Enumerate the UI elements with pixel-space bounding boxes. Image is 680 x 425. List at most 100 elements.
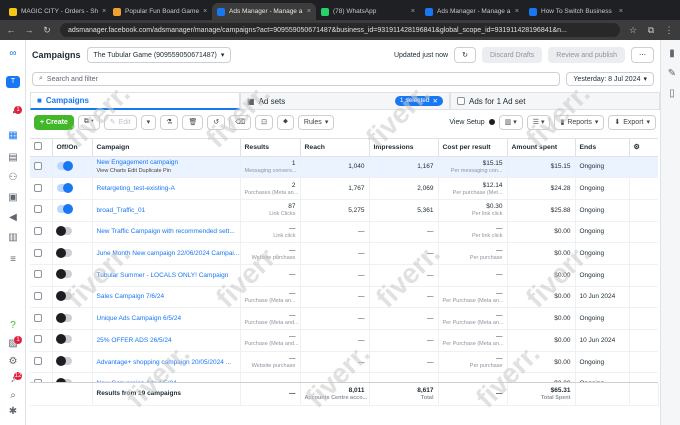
edit-button[interactable]: ✎ Edit	[103, 114, 137, 130]
billing-icon[interactable]: ▣	[6, 192, 20, 204]
col-reach[interactable]: Reach	[300, 139, 370, 157]
row-toggle-cell[interactable]	[52, 156, 93, 179]
toggle-switch[interactable]	[55, 356, 72, 367]
toggle-switch[interactable]	[56, 160, 73, 171]
row-toggle-cell[interactable]	[52, 199, 93, 222]
chart-icon[interactable]: ▮	[665, 48, 679, 60]
row-campaign-cell[interactable]: 25% OFFER ADS 26/5/24	[92, 329, 241, 352]
campaign-name-link[interactable]: New Engagement campaign	[97, 159, 179, 166]
row-checkbox[interactable]	[30, 351, 53, 374]
selected-pill[interactable]: 1 selected ✕	[394, 96, 443, 106]
breakdown-button[interactable]: ☰ ▾	[526, 114, 551, 130]
tab-ad-sets[interactable]: ▦ Ad sets 1 selected ✕	[240, 92, 450, 110]
reload-icon[interactable]: ↻	[42, 25, 52, 36]
review-publish-button[interactable]: Review and publish	[548, 47, 625, 63]
toggle-switch[interactable]	[56, 204, 73, 215]
table-row[interactable]: broad_Traffic_01 87 Link Clicks 5,275 5,3…	[30, 199, 658, 222]
toggle-switch[interactable]	[55, 269, 72, 280]
refresh-button[interactable]: ↻	[454, 47, 476, 63]
row-actions[interactable]: View Charts Edit Duplicate Pin	[97, 168, 236, 174]
star-icon[interactable]: ☆	[628, 25, 638, 36]
row-checkbox[interactable]	[30, 264, 53, 287]
campaign-name-link[interactable]: June Month New campaign 22/06/2024 Campa…	[97, 250, 240, 257]
account-avatar[interactable]: T	[6, 76, 20, 88]
col-cost-per-result[interactable]: Cost per result	[438, 139, 508, 157]
row-toggle-cell[interactable]	[52, 307, 93, 330]
ab-test-icon[interactable]: ⚗	[160, 114, 179, 130]
campaign-name-link[interactable]: broad_Traffic_01	[97, 207, 146, 214]
browser-tab[interactable]: (78) WhatsApp ×	[316, 3, 420, 20]
row-campaign-cell[interactable]: Retargeting_test-existing-A	[92, 177, 241, 200]
row-toggle-cell[interactable]	[52, 329, 93, 352]
campaign-name-link[interactable]: New Traffic Campaign with recommended se…	[97, 228, 235, 235]
row-toggle-cell[interactable]	[52, 221, 93, 244]
table-row[interactable]: Retargeting_test-existing-A 2 Purchases (…	[30, 177, 658, 200]
reports-button[interactable]: ▮ Reports ▾	[554, 114, 605, 130]
browser-tab[interactable]: Popular Fun Board Game ×	[108, 3, 212, 20]
rules-button[interactable]: Rules ▾	[297, 114, 335, 130]
megaphone-icon[interactable]: ◀	[6, 212, 20, 224]
row-checkbox[interactable]	[30, 242, 53, 265]
col-ends[interactable]: Ends	[575, 139, 630, 157]
table-row[interactable]: Unique Ads Campaign 6/5/24 — Purchase (Me…	[30, 307, 658, 330]
settings-icon[interactable]: ⚙	[6, 356, 20, 368]
toggle-switch[interactable]	[55, 247, 72, 258]
table-row[interactable]: Sales Campaign 7/6/24 — Purchase (Meta an…	[30, 286, 658, 309]
row-checkbox[interactable]	[30, 221, 53, 244]
panel-icon[interactable]: ▯	[665, 88, 679, 100]
browser-tab[interactable]: How To Switch Business ×	[524, 3, 628, 20]
row-checkbox[interactable]	[30, 156, 53, 179]
back-icon[interactable]: ←	[6, 25, 16, 35]
table-row[interactable]: New Traffic Campaign with recommended se…	[30, 221, 658, 244]
close-tab-icon[interactable]: ×	[619, 8, 623, 15]
close-tab-icon[interactable]: ×	[307, 8, 311, 15]
toggle-switch[interactable]	[56, 182, 73, 193]
row-campaign-cell[interactable]: June Month New campaign 22/06/2024 Campa…	[92, 242, 241, 265]
campaign-name-link[interactable]: Unique Ads Campaign 6/5/24	[97, 315, 182, 322]
export-button[interactable]: ⬇ Export ▾	[608, 114, 656, 130]
bug-icon[interactable]: ✱	[6, 406, 20, 418]
close-tab-icon[interactable]: ×	[515, 8, 519, 15]
browser-tab[interactable]: MAGIC CITY - Orders - Sh ×	[4, 3, 108, 20]
table-row[interactable]: Tubular Summer - LOCALS ONLY! Campaign —…	[30, 264, 658, 287]
table-row[interactable]: Advantage+ shopping campaign 20/05/2024 …	[30, 351, 658, 374]
row-campaign-cell[interactable]: Unique Ads Campaign 6/5/24	[92, 307, 241, 330]
create-button[interactable]: + Create	[34, 114, 74, 130]
row-campaign-cell[interactable]: Advantage+ shopping campaign 20/05/2024 …	[92, 351, 241, 374]
row-toggle-cell[interactable]	[52, 177, 93, 200]
row-toggle-cell[interactable]	[52, 264, 93, 287]
campaign-name-link[interactable]: Retargeting_test-existing-A	[97, 185, 175, 192]
audience-icon[interactable]: ⚇	[6, 172, 20, 184]
edit-pencil-icon[interactable]: ✎	[665, 68, 679, 80]
table-icon[interactable]: ▤	[6, 152, 20, 164]
row-checkbox[interactable]	[30, 329, 53, 352]
table-row[interactable]: New Engagement campaign View Charts Edit …	[30, 156, 658, 179]
campaign-name-link[interactable]: Advantage+ shopping campaign 20/05/2024 …	[97, 359, 232, 366]
forward-icon[interactable]: →	[24, 25, 34, 35]
browser-tab[interactable]: Ads Manager - Manage a ×	[420, 3, 524, 20]
row-campaign-cell[interactable]: New Traffic Campaign with recommended se…	[92, 221, 241, 244]
view-setup-toggle-icon[interactable]	[488, 119, 495, 125]
tab-campaigns[interactable]: ■ Campaigns	[30, 92, 240, 110]
discard-drafts-button[interactable]: Discard Drafts	[481, 47, 543, 63]
close-tab-icon[interactable]: ×	[203, 8, 207, 15]
row-toggle-cell[interactable]	[52, 242, 93, 265]
col-results[interactable]: Results	[240, 139, 301, 157]
lock-icon[interactable]: ⊡	[255, 114, 273, 130]
duplicate-button[interactable]: ⧉ ▾	[77, 114, 100, 130]
account-selector[interactable]: The Tubular Game (909559050671487) ▾	[86, 47, 232, 63]
toggle-switch[interactable]	[55, 225, 72, 236]
more-edit-button[interactable]: ▾	[140, 114, 157, 130]
row-toggle-cell[interactable]	[52, 286, 93, 309]
browser-tab[interactable]: Ads Manager - Manage a ×	[212, 3, 316, 20]
close-tab-icon[interactable]: ×	[411, 8, 415, 15]
row-checkbox[interactable]	[30, 199, 53, 222]
columns-button[interactable]: ▥ ▾	[498, 114, 523, 130]
row-campaign-cell[interactable]: broad_Traffic_01	[92, 199, 241, 222]
campaigns-grid-icon[interactable]: ▦	[6, 130, 20, 142]
toggle-switch[interactable]	[55, 290, 72, 301]
menu-icon[interactable]: ⋮	[664, 25, 674, 36]
url-field[interactable]: adsmanager.facebook.com/adsmanager/manag…	[60, 23, 620, 37]
extensions-icon[interactable]: ⧉	[646, 25, 656, 36]
date-range-picker[interactable]: Yesterday: 8 Jul 2024 ▾	[566, 72, 654, 86]
